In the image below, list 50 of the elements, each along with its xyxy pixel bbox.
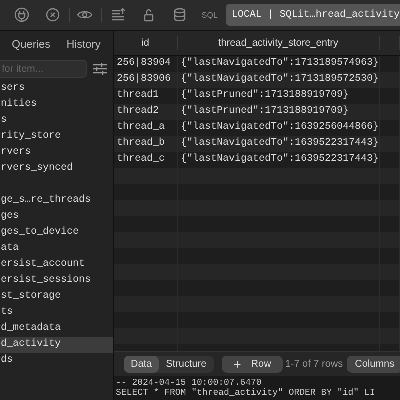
table-list-item[interactable]: ges bbox=[0, 209, 113, 225]
search-field[interactable]: for item... bbox=[0, 60, 87, 78]
table-cell: 256|83904 bbox=[117, 58, 172, 69]
table-list-item[interactable]: sers bbox=[0, 81, 113, 97]
list-icon[interactable] bbox=[110, 7, 126, 23]
table-list-item[interactable]: ds bbox=[0, 353, 113, 369]
add-row-button[interactable]: + Row bbox=[222, 356, 284, 372]
table-cell: thread_b bbox=[117, 138, 166, 149]
table-list-item[interactable]: ge_s…re_threads bbox=[0, 193, 113, 209]
table-list-item[interactable]: s bbox=[0, 113, 113, 129]
view-tab[interactable]: Data bbox=[124, 356, 160, 372]
row-count: 1-7 of 7 rows bbox=[285, 358, 344, 370]
table-list-item[interactable]: ersist_sessions bbox=[0, 273, 113, 289]
columns-button[interactable]: Columns bbox=[347, 356, 400, 372]
table-list-item[interactable]: ata bbox=[0, 241, 113, 257]
table-cell: {"lastNavigatedTo":1713189572530} bbox=[181, 74, 380, 85]
column-header[interactable]: id bbox=[142, 38, 150, 48]
table-list-item[interactable]: d_activity bbox=[0, 337, 113, 353]
table-cell: {"lastNavigatedTo":1639256044866} bbox=[181, 122, 380, 133]
table-cell: thread1 bbox=[117, 90, 160, 101]
table-list-item[interactable]: st_storage bbox=[0, 289, 113, 305]
table-cell: 256|83906 bbox=[117, 74, 172, 85]
table-cell: {"lastPruned":1713188919709} bbox=[181, 106, 350, 117]
table-cell: thread_c bbox=[117, 154, 166, 165]
table-list-item[interactable]: ersist_account bbox=[0, 257, 113, 273]
table-cell: thread_a bbox=[117, 122, 166, 133]
table-cell: {"lastNavigatedTo":1639522317443} bbox=[181, 138, 380, 149]
table-list-item[interactable]: rvers bbox=[0, 145, 113, 161]
close-icon[interactable] bbox=[44, 7, 61, 23]
view-tab[interactable]: Structure bbox=[159, 356, 214, 372]
connection-field[interactable]: LOCAL | SQLit…hread_activity bbox=[226, 4, 400, 26]
plug-icon[interactable] bbox=[14, 7, 30, 23]
table-list-item[interactable]: ts bbox=[0, 305, 113, 321]
table-list-item[interactable]: rvers_synced bbox=[0, 161, 113, 177]
sidebar-tab[interactable]: History bbox=[62, 37, 105, 53]
table-cell: {"lastPruned":1713188919709} bbox=[181, 90, 350, 101]
column-header[interactable]: thread_activity_store_entry bbox=[218, 38, 339, 48]
table-list-item[interactable]: ges_to_device bbox=[0, 225, 113, 241]
database-icon[interactable] bbox=[172, 7, 188, 23]
log-line: -- 2024-04-15 10:00:07.6470 bbox=[116, 378, 263, 388]
table-list-item[interactable]: rity_store bbox=[0, 129, 113, 145]
sidebar-tab[interactable]: Queries bbox=[8, 37, 55, 53]
filter-icon[interactable] bbox=[93, 63, 107, 75]
table-cell: {"lastNavigatedTo":1639522317443} bbox=[181, 154, 380, 165]
log-line: SELECT * FROM "thread_activity" ORDER BY "id" LI bbox=[116, 388, 376, 398]
sql-button[interactable]: SQL bbox=[202, 10, 218, 20]
table-list-item[interactable]: nities bbox=[0, 97, 113, 113]
table-cell: {"lastNavigatedTo":1713189574963} bbox=[181, 58, 380, 69]
table-cell: thread2 bbox=[117, 106, 160, 117]
table-list-item[interactable]: d_metadata bbox=[0, 321, 113, 337]
